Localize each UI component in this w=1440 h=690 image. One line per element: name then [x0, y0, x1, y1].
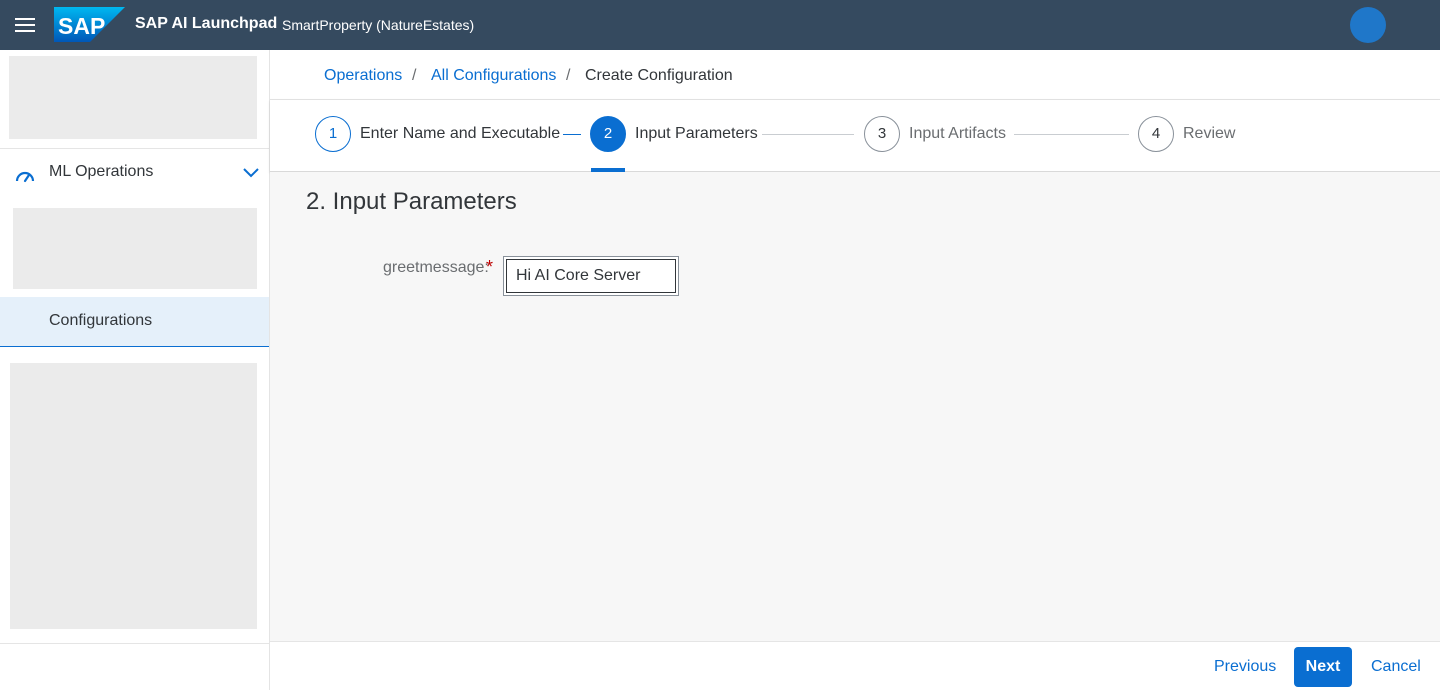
menu-icon[interactable]	[12, 14, 38, 36]
sidebar-group-ml-operations[interactable]: ML Operations	[0, 149, 269, 197]
greetmessage-label: greetmessage:	[383, 259, 489, 276]
greetmessage-input[interactable]	[506, 259, 676, 293]
wizard-step-1[interactable]: 1	[315, 116, 351, 152]
wizard-footer: Previous Next Cancel	[270, 641, 1440, 690]
app-title: SAP AI Launchpad	[135, 15, 278, 32]
tenant-subtitle: SmartProperty (NatureEstates)	[282, 17, 475, 33]
required-marker: *	[486, 257, 494, 277]
sidebar-item-configurations[interactable]: Configurations	[0, 297, 269, 347]
cancel-button[interactable]: Cancel	[1371, 658, 1421, 676]
sidebar-group-label: ML Operations	[49, 163, 154, 180]
breadcrumb-current: Create Configuration	[585, 67, 733, 84]
section-title: 2. Input Parameters	[306, 188, 517, 215]
sidebar-placeholder-middle	[13, 208, 257, 289]
wizard-step-4-label: Review	[1183, 125, 1236, 142]
wizard-progress: 1 Enter Name and Executable 2 Input Para…	[270, 100, 1440, 172]
sidebar-placeholder-top	[9, 56, 257, 139]
wizard-connector	[762, 134, 854, 135]
greetmessage-field	[503, 256, 679, 296]
breadcrumb-operations[interactable]: Operations	[324, 67, 402, 85]
sidebar-item-label: Configurations	[49, 312, 153, 329]
wizard-step-2-label: Input Parameters	[635, 125, 758, 142]
shell-bar: SAP SAP AI Launchpad SmartProperty (Natu…	[0, 0, 1440, 50]
sidebar-placeholder-bottom	[10, 363, 257, 629]
previous-button[interactable]: Previous	[1214, 658, 1276, 676]
gauge-icon	[15, 171, 35, 183]
sidebar: ML Operations Configurations	[0, 50, 270, 690]
wizard-step-content: 2. Input Parameters greetmessage: *	[270, 172, 1440, 641]
next-button[interactable]: Next	[1294, 647, 1352, 687]
chevron-down-icon[interactable]	[242, 165, 260, 179]
wizard-step-1-label: Enter Name and Executable	[360, 125, 561, 142]
breadcrumb-separator: /	[412, 67, 417, 84]
sap-logo: SAP	[54, 7, 125, 42]
wizard-step-3-label: Input Artifacts	[909, 125, 1006, 142]
svg-text:SAP: SAP	[58, 13, 105, 39]
breadcrumb-all-configurations[interactable]: All Configurations	[431, 67, 556, 85]
sidebar-divider	[0, 643, 269, 644]
wizard-connector	[1014, 134, 1129, 135]
wizard-step-2[interactable]: 2	[590, 116, 626, 152]
wizard-step-4[interactable]: 4	[1138, 116, 1174, 152]
wizard-connector	[563, 134, 581, 135]
breadcrumb-separator: /	[566, 67, 571, 84]
wizard-step-3[interactable]: 3	[864, 116, 900, 152]
breadcrumb: Operations / All Configurations / Create…	[270, 50, 1440, 100]
user-avatar[interactable]	[1350, 7, 1386, 43]
